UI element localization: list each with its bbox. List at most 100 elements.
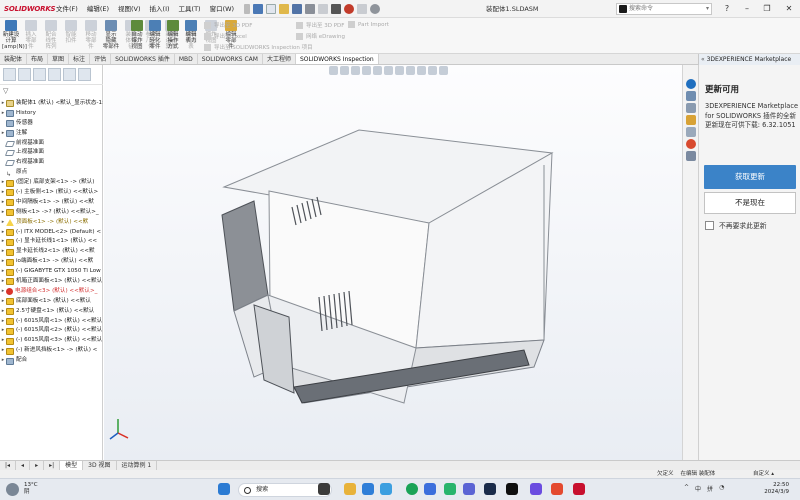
select-icon[interactable] [331, 3, 342, 14]
tab-sketch[interactable]: 草图 [48, 54, 70, 64]
tray-ime[interactable]: 拼 [707, 484, 713, 493]
propertymanager-icon[interactable] [18, 68, 31, 81]
teams-icon[interactable] [463, 483, 475, 495]
display-manager-icon[interactable] [63, 68, 76, 81]
auto-explode-view-button[interactable]: 自动 爆炸 视图 [128, 20, 146, 50]
get-update-button[interactable]: 获取更新 [704, 165, 796, 189]
app-icon[interactable] [424, 483, 436, 495]
tray-lang[interactable]: 中 [695, 484, 701, 493]
tab-evaluate[interactable]: 评估 [90, 54, 112, 64]
smart-fastener-button[interactable]: 智能 扣件 [62, 20, 80, 44]
search-dropdown-icon[interactable]: ▾ [706, 4, 709, 14]
tree-node[interactable]: ▸ (-) 6015风扇<1> (默认) <<默认 [0, 317, 103, 327]
tree-node[interactable]: ▸ 2.5寸硬盘<1> (默认) <<默认 [0, 307, 103, 317]
tab-motion-study[interactable]: 运动算例 1 [117, 460, 158, 471]
netease-music-icon[interactable] [551, 483, 563, 495]
edge-icon[interactable] [380, 483, 392, 495]
tree-node[interactable]: 传感器 [0, 119, 103, 129]
tree-node[interactable]: ▸ (-) ITX MODEL<2> (Default) < [0, 228, 103, 238]
dont-ask-checkbox[interactable]: 不再要求此更新 [705, 220, 767, 230]
help-icon[interactable]: ? [716, 0, 738, 18]
view-palette-icon[interactable] [686, 127, 696, 137]
move-component-button[interactable]: 移动 零部 件 [82, 20, 100, 50]
edit-operation-button[interactable]: 编辑 操作 方式 [164, 20, 182, 50]
tree-node[interactable]: ▸ 底部面板<1> (默认) <<默认 [0, 297, 103, 307]
show-hide-components-button[interactable]: 显示 隐藏 零部件 [102, 20, 120, 50]
tray-chevron-icon[interactable]: ^ [684, 484, 689, 493]
tree-node[interactable]: ▸ 装配体1 (默认) <默认_显示状态-1> [0, 99, 103, 109]
assembly-model[interactable] [104, 65, 682, 460]
tree-node[interactable]: ▸ (-) GIGABYTE GTX 1050 Ti Low [0, 267, 103, 277]
tree-node[interactable]: ▸ 配合 [0, 356, 103, 366]
status-units[interactable]: 自定义 ▴ [753, 470, 774, 478]
weather-widget[interactable]: 13°C 阴 [24, 482, 38, 496]
new-calc-button[interactable]: 新建设 计算 [amp(N)] [2, 20, 27, 50]
options-icon[interactable] [370, 3, 381, 14]
mate-pattern-button[interactable]: 配合 线性 阵列 [42, 20, 60, 50]
menu-window[interactable]: 窗口(W) [206, 0, 239, 18]
wechat-icon[interactable] [444, 483, 456, 495]
expand-arrow-icon[interactable]: ▸ [0, 218, 6, 228]
collapse-chevron-icon[interactable]: « [701, 56, 705, 63]
tree-node[interactable]: ▸ io端面板<1> -> (默认) <<默 [0, 257, 103, 267]
close-button[interactable]: ✕ [778, 0, 800, 18]
design-library-icon[interactable] [686, 103, 696, 113]
cam-manager-icon[interactable] [78, 68, 91, 81]
tab-addins[interactable]: SOLIDWORKS 插件 [111, 54, 175, 64]
chrome-icon[interactable] [406, 483, 418, 495]
new-file-icon[interactable] [266, 3, 277, 14]
menu-edit[interactable]: 编辑(E) [83, 0, 113, 18]
minimize-button[interactable]: – [736, 0, 758, 18]
tab-engineer[interactable]: 大工程师 [263, 54, 296, 64]
discord-icon[interactable] [530, 483, 542, 495]
tree-node[interactable]: ▸ (-) 6015风扇<3> (默认) <<默认 [0, 336, 103, 346]
nav-first-arrow-icon[interactable]: |◂ [0, 460, 17, 471]
store-icon[interactable] [362, 483, 374, 495]
restore-button[interactable]: ❐ [756, 0, 778, 18]
tree-node[interactable]: ▸ (-) 主板侧<1> (默认) <<默认> [0, 188, 103, 198]
filter-icon[interactable]: ▽ [3, 87, 8, 95]
tab-mbd[interactable]: MBD [175, 54, 198, 64]
not-now-button[interactable]: 不是现在 [704, 192, 796, 214]
tree-node[interactable]: 上视基准面 [0, 148, 103, 158]
file-explorer-taskbar-icon[interactable] [344, 483, 356, 495]
tree-node[interactable]: ▸ (-) 6015风扇<2> (默认) <<默认 [0, 326, 103, 336]
solidworks-resources-icon[interactable] [686, 91, 696, 101]
tab-assembly[interactable]: 装配体 [0, 54, 28, 64]
nav-next-arrow-icon[interactable]: ▸ [30, 460, 45, 471]
menu-view[interactable]: 视图(V) [114, 0, 145, 18]
tab-3d-views[interactable]: 3D 视图 [83, 460, 117, 471]
tab-model[interactable]: 模型 [60, 460, 84, 471]
file-explorer-icon[interactable] [686, 115, 696, 125]
file-properties-icon[interactable] [357, 3, 368, 14]
nav-last-arrow-icon[interactable]: ▸| [44, 460, 61, 471]
checkbox-box[interactable] [705, 220, 714, 230]
start-icon[interactable] [218, 483, 230, 495]
tree-node[interactable]: ▸ 机箱正面面板<1> (默认) <<默认 [0, 277, 103, 287]
tree-node[interactable]: ▸ 中间隔板<1> -> (默认) <<默 [0, 198, 103, 208]
tree-node[interactable]: ▸ 侧板<1> ->? (默认) <<默认>_ [0, 208, 103, 218]
tree-node[interactable]: ▸ 显卡延长线2<1> (默认) <<默 [0, 247, 103, 257]
tree-node[interactable]: 右视基准面 [0, 158, 103, 168]
tab-layout[interactable]: 布局 [27, 54, 49, 64]
graphics-viewport[interactable] [104, 65, 682, 460]
nav-prev-arrow-icon[interactable]: ◂ [16, 460, 31, 471]
tab-inspection[interactable]: SOLIDWORKS Inspection [295, 54, 379, 64]
edit-lightweight-button[interactable]: 编辑 轻化 零件 [146, 20, 164, 50]
steam-icon[interactable] [484, 483, 496, 495]
epic-games-icon[interactable] [506, 483, 518, 495]
tree-node[interactable]: ▸ History [0, 109, 103, 119]
open-file-icon[interactable] [279, 3, 290, 14]
tree-node[interactable]: ↳ 原点 [0, 168, 103, 178]
view-triad[interactable] [109, 419, 129, 440]
weather-icon[interactable] [6, 483, 19, 496]
tree-node[interactable]: ▸ (-) 显卡延长线1<1> (默认) << [0, 237, 103, 247]
3dexperience-icon[interactable] [686, 79, 696, 89]
menu-file[interactable]: 文件(F) [52, 0, 82, 18]
solidworks-logo[interactable]: SOLIDWORKS [0, 0, 56, 18]
tab-cam[interactable]: SOLIDWORKS CAM [198, 54, 263, 64]
menu-tools[interactable]: 工具(T) [175, 0, 205, 18]
network-icon[interactable]: ◔ [719, 484, 724, 493]
featuremanager-icon[interactable] [3, 68, 16, 81]
print-icon[interactable] [305, 3, 316, 14]
